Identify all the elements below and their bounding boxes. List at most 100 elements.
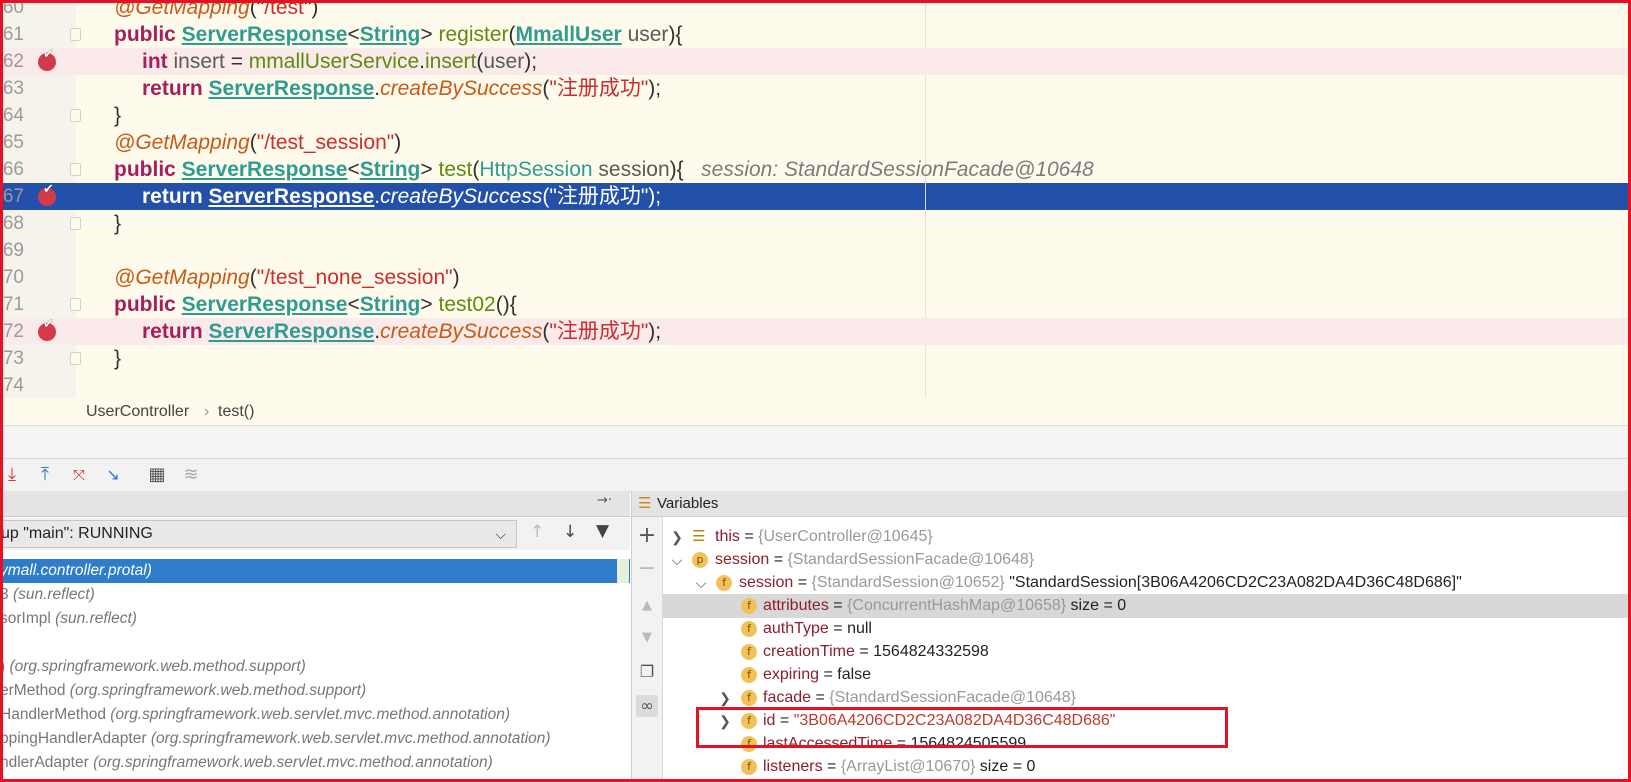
code-token: mmallUserService <box>248 50 420 73</box>
code-token: session <box>598 158 670 181</box>
stack-frame[interactable] <box>0 631 630 655</box>
code-token: register <box>438 23 509 46</box>
code-line[interactable]: 68 } <box>0 210 1631 237</box>
frame-package: (org.springframework.web.method.support) <box>69 682 367 699</box>
frame-package: (org.springframework.web.servlet.mvc.met… <box>150 730 551 747</box>
chevron-down-icon: ⌵ <box>495 526 506 542</box>
move-up-icon[interactable]: ▲ <box>636 595 658 617</box>
fold-marker-icon[interactable] <box>70 352 81 365</box>
run-to-cursor-icon[interactable]: ↘ <box>102 464 124 486</box>
show-watches-icon[interactable]: ∞ <box>636 695 658 717</box>
variable-row[interactable]: f creationTime = 1564824332598 <box>662 640 1631 664</box>
code-line[interactable]: 69 <box>0 237 1631 264</box>
code-token: "/test_session" <box>256 131 395 154</box>
breakpoint-icon[interactable] <box>38 47 56 71</box>
line-number: 66 <box>2 159 24 180</box>
code-token: @GetMapping <box>114 266 250 289</box>
remove-watch-icon[interactable]: − <box>636 558 658 580</box>
var-eq: = <box>793 574 812 591</box>
line-number: 72 <box>2 321 24 342</box>
code-line[interactable]: 73 } <box>0 345 1631 372</box>
trace-icon[interactable]: ≋ <box>180 464 202 486</box>
step-out-red-icon[interactable]: ⤓ <box>1 464 23 486</box>
variables-header: ☰ Variables <box>632 491 1631 517</box>
add-watch-icon[interactable]: + <box>636 525 658 547</box>
move-down-icon[interactable]: ▼ <box>636 627 658 649</box>
expand-arrow-icon[interactable]: ❯ <box>670 525 684 549</box>
frame-method: ndlerAdapter <box>0 754 94 771</box>
code-token: ); <box>648 77 662 100</box>
copy-icon[interactable]: ❐ <box>636 661 658 683</box>
code-token: ( <box>249 131 257 154</box>
code-line-breakpoint[interactable]: 62 int insert = mmallUserService.insert(… <box>0 47 1631 75</box>
var-name: session <box>739 574 794 591</box>
code-line-breakpoint[interactable]: 72 return ServerResponse.createBySuccess… <box>0 317 1631 345</box>
code-token: int <box>142 50 174 73</box>
filter-icon[interactable]: ▼ <box>596 521 609 541</box>
field-icon: f <box>741 759 757 775</box>
stack-frame[interactable]: HandlerMethod (org.springframework.web.s… <box>0 703 630 727</box>
code-token: "注册成功" <box>549 185 649 208</box>
collapse-arrow-icon[interactable]: ⌵ <box>694 571 708 595</box>
step-out-icon[interactable]: ⤒ <box>34 464 56 486</box>
stack-frame[interactable]: erMethod (org.springframework.web.method… <box>0 679 630 703</box>
code-token: ServerResponse <box>208 320 375 343</box>
code-editor[interactable]: 60 @GetMapping("/test") 61 public Server… <box>0 0 1631 398</box>
code-token: session: StandardSessionFacade@10648 <box>683 158 1094 181</box>
collapse-arrow-icon[interactable]: ⌵ <box>670 548 684 572</box>
variable-row[interactable]: ❯ ☰ this = {UserController@10645} <box>662 525 1631 549</box>
code-line[interactable]: 63 return ServerResponse.createBySuccess… <box>0 75 1631 102</box>
code-line[interactable]: 66 public ServerResponse<String> test(Ht… <box>0 156 1631 183</box>
var-eq: = <box>828 620 848 637</box>
fold-marker-icon[interactable] <box>70 163 81 176</box>
highlight-box <box>696 707 1228 748</box>
breadcrumb-method[interactable]: test() <box>218 398 254 425</box>
code-token: return <box>142 320 209 343</box>
code-line[interactable]: 65 @GetMapping("/test_session") <box>0 129 1631 156</box>
code-text: } <box>114 210 121 237</box>
current-execution-line[interactable]: 67 return ServerResponse.createBySuccess… <box>0 182 1631 210</box>
var-ref: {UserController@10645} <box>758 528 933 545</box>
variable-row[interactable]: ⌵ p session = {StandardSessionFacade@106… <box>662 548 1631 572</box>
fold-marker-icon[interactable] <box>70 217 81 230</box>
frame-down-icon[interactable]: ↓ <box>563 522 577 542</box>
code-line[interactable]: 71 public ServerResponse<String> test02(… <box>0 291 1631 318</box>
stack-frame[interactable]: ndlerAdapter (org.springframework.web.se… <box>0 751 630 775</box>
code-line[interactable]: 61 public ServerResponse<String> registe… <box>0 21 1631 48</box>
frame-package: (org.springframework.web.method.support) <box>9 658 306 675</box>
stack-frame-selected[interactable]: ymall.controller.protal) <box>0 559 630 583</box>
line-number: 73 <box>2 348 24 369</box>
stack-frame[interactable]: 3 (sun.reflect) <box>0 583 630 607</box>
breakpoint-icon[interactable] <box>38 317 56 341</box>
code-line[interactable]: 60 @GetMapping("/test") <box>0 0 1631 21</box>
variable-row-selected[interactable]: f attributes = {ConcurrentHashMap@10658}… <box>662 594 1631 618</box>
code-line[interactable]: 74 <box>0 372 1631 398</box>
drop-frame-icon[interactable]: ⤧ <box>68 464 90 486</box>
code-token: ){ <box>668 23 683 46</box>
variable-row[interactable]: f expiring = false <box>662 663 1631 687</box>
var-name: expiring <box>763 666 820 683</box>
code-token: test02 <box>438 293 496 316</box>
fold-marker-icon[interactable] <box>70 109 81 122</box>
code-text: public ServerResponse<String> test02(){ <box>114 291 517 318</box>
var-ref: {StandardSession@10652} <box>811 574 1005 591</box>
breakpoint-icon[interactable] <box>38 182 56 206</box>
thread-select[interactable]: up "main": RUNNING ⌵ <box>0 520 517 548</box>
code-line[interactable]: 64 } <box>0 102 1631 129</box>
code-line[interactable]: 70 @GetMapping("/test_none_session") <box>0 264 1631 291</box>
stack-frame[interactable]: ) (org.springframework.web.method.suppor… <box>0 655 630 679</box>
variable-row[interactable]: f listeners = {ArrayList@10670} size = 0 <box>662 755 1631 779</box>
fold-marker-icon[interactable] <box>70 28 81 41</box>
variable-row[interactable]: ⌵ f session = {StandardSession@10652} "S… <box>662 571 1631 595</box>
pin-arrow-icon[interactable]: →· <box>597 493 612 508</box>
line-number: 71 <box>2 294 24 315</box>
frame-method: 3 <box>0 586 13 603</box>
breadcrumb-class[interactable]: UserController <box>86 398 189 425</box>
stack-frame[interactable]: ppingHandlerAdapter (org.springframework… <box>0 727 630 751</box>
code-token: "/test_none_session" <box>256 266 453 289</box>
stack-frame[interactable]: sorImpl (sun.reflect) <box>0 607 630 631</box>
fold-marker-icon[interactable] <box>70 298 81 311</box>
variable-row[interactable]: f authType = null <box>662 617 1631 641</box>
frame-up-icon[interactable]: ↑ <box>530 522 544 542</box>
evaluate-table-icon[interactable]: ▦ <box>146 464 168 486</box>
